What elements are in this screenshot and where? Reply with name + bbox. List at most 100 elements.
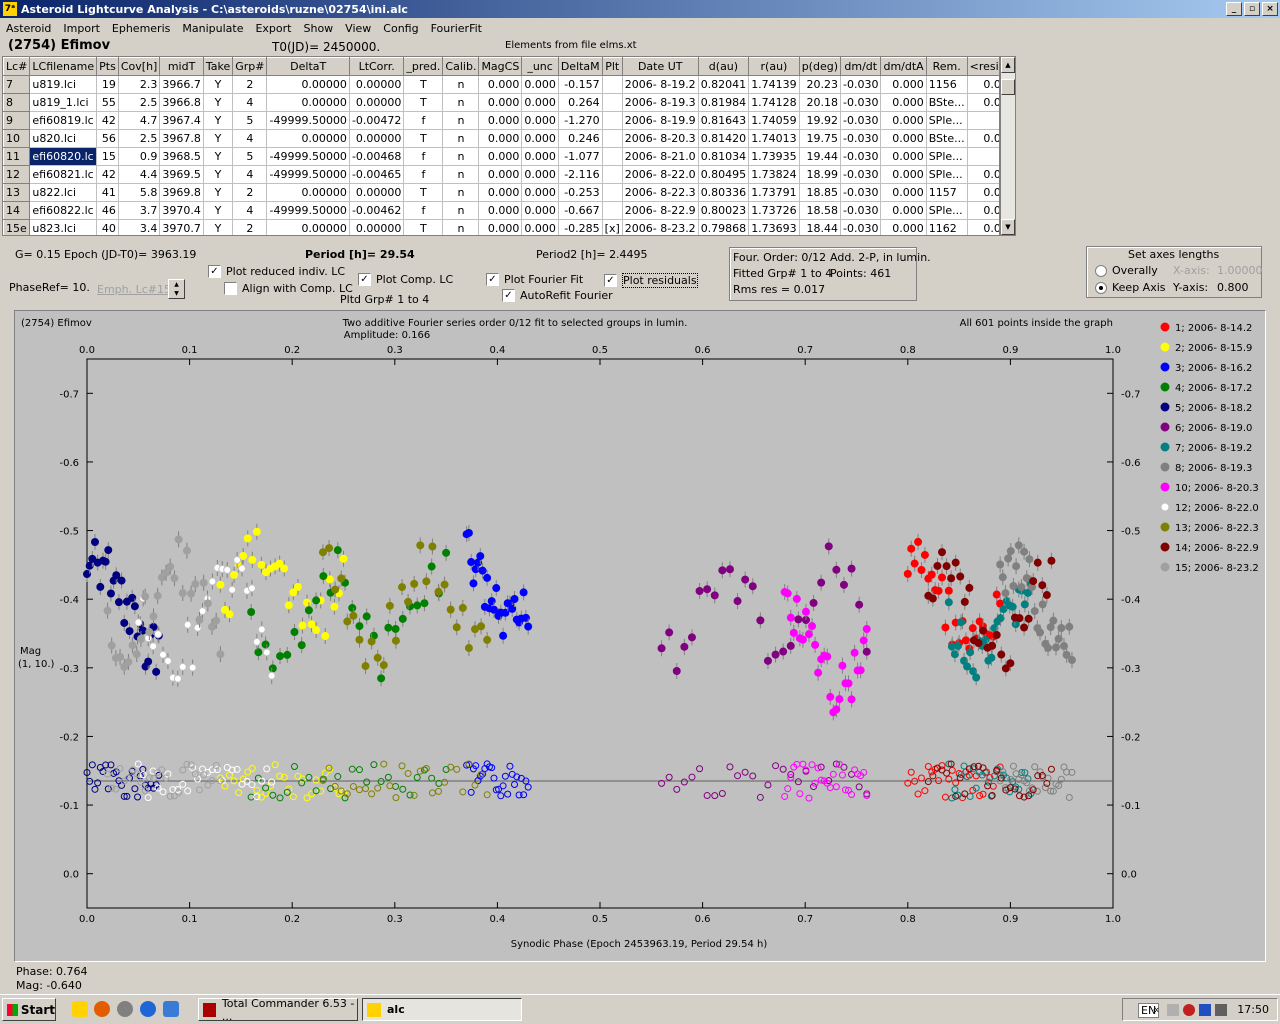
- table-cell[interactable]: n: [442, 219, 480, 235]
- table-cell[interactable]: n: [442, 165, 480, 184]
- table-cell[interactable]: -0.285: [558, 219, 603, 235]
- table-cell[interactable]: 0.000: [521, 111, 559, 130]
- table-cell[interactable]: 15: [96, 147, 119, 166]
- column-header[interactable]: midT: [159, 57, 204, 76]
- table-cell[interactable]: 42: [96, 165, 119, 184]
- table-cell[interactable]: n: [442, 75, 480, 94]
- row-header[interactable]: 15e: [3, 219, 31, 235]
- alc-quicklaunch-icon[interactable]: [72, 1001, 88, 1017]
- table-row[interactable]: 10 u820.lci 56 2.5 3967.8 Y 4 0.00000 0.00000 Tn 0…: [3, 129, 999, 148]
- table-cell[interactable]: 0.000: [521, 201, 559, 220]
- align-comp-checkbox[interactable]: Align with Comp. LC: [224, 282, 353, 295]
- table-cell[interactable]: n: [442, 129, 480, 148]
- maximize-button[interactable]: ▫: [1244, 2, 1260, 16]
- table-cell[interactable]: 0.000: [521, 183, 559, 202]
- table-cell[interactable]: f: [403, 147, 444, 166]
- table-cell[interactable]: 0.264: [558, 93, 603, 112]
- table-cell[interactable]: 4.4: [118, 165, 161, 184]
- table-cell[interactable]: 0.000: [880, 129, 927, 148]
- table-cell[interactable]: 0.000: [880, 201, 927, 220]
- table-cell[interactable]: 0.00000: [266, 219, 350, 235]
- table-cell[interactable]: 0.00000: [266, 183, 350, 202]
- table-cell[interactable]: 3967.8: [159, 129, 204, 148]
- column-header[interactable]: DeltaM: [557, 57, 603, 76]
- column-header[interactable]: p(deg): [798, 57, 842, 76]
- minimize-button[interactable]: _: [1226, 2, 1242, 16]
- table-cell[interactable]: [602, 165, 623, 184]
- table-row[interactable]: 15e u823.lci 40 3.4 3970.7 Y 2 0.00000 0.00000 Tn…: [3, 219, 999, 235]
- table-cell[interactable]: [602, 111, 623, 130]
- table-cell[interactable]: SPle...: [926, 147, 968, 166]
- table-cell[interactable]: [x]: [602, 219, 623, 235]
- table-cell[interactable]: 3967.4: [159, 111, 204, 130]
- table-cell[interactable]: 1.73824: [748, 165, 800, 184]
- table-row[interactable]: 12 efi60821.lc 42 4.4 3969.5 Y 4 -49999.50000 -0…: [3, 165, 999, 184]
- close-button[interactable]: ×: [1262, 2, 1278, 16]
- table-cell[interactable]: [602, 147, 623, 166]
- autorefit-checkbox[interactable]: ✓ AutoRefit Fourier: [502, 289, 613, 302]
- table-cell[interactable]: 0.81643: [698, 111, 750, 130]
- table-cell[interactable]: -2.116: [558, 165, 603, 184]
- column-header[interactable]: dm/dtA: [880, 57, 927, 76]
- table-cell[interactable]: -0.030: [840, 165, 882, 184]
- column-header[interactable]: LCfilename: [29, 57, 98, 76]
- plot-residuals-checkbox[interactable]: ✓ Plot residuals: [604, 273, 698, 288]
- plot-comp-checkbox[interactable]: ✓ Plot Comp. LC: [358, 273, 453, 286]
- table-row[interactable]: 7 u819.lci 19 2.3 3966.7 Y 2 0.00000 0.00000 Tn 0.…: [3, 75, 999, 94]
- tray-expand-icon[interactable]: «: [1153, 1003, 1160, 1016]
- row-header[interactable]: 9: [3, 111, 31, 130]
- table-cell[interactable]: 2: [232, 219, 268, 235]
- table-cell[interactable]: 2006- 8-22.3: [622, 183, 699, 202]
- table-cell[interactable]: efi60820.lc: [29, 147, 98, 166]
- table-cell[interactable]: 1156: [926, 75, 968, 94]
- table-cell[interactable]: n: [442, 93, 480, 112]
- table-cell[interactable]: 1.74128: [748, 93, 800, 112]
- menu-config[interactable]: Config: [377, 22, 424, 35]
- tray-network-icon[interactable]: [1167, 1003, 1180, 1016]
- row-header[interactable]: 10: [3, 129, 31, 148]
- table-row[interactable]: 14 efi60822.lc 46 3.7 3970.4 Y 4 -49999.50000 -0…: [3, 201, 999, 220]
- table-cell[interactable]: 3969.5: [159, 165, 204, 184]
- table-cell[interactable]: u823.lci: [29, 219, 98, 235]
- table-cell[interactable]: 18.58: [799, 201, 842, 220]
- table-cell[interactable]: 2006- 8-20.3: [622, 129, 699, 148]
- column-header[interactable]: Lc#: [3, 57, 31, 76]
- table-cell[interactable]: 19: [96, 75, 119, 94]
- table-cell[interactable]: T: [403, 75, 444, 94]
- phaseref-label[interactable]: PhaseRef= 10.: [9, 281, 90, 294]
- table-cell[interactable]: n: [442, 111, 480, 130]
- table-cell[interactable]: u819.lci: [29, 75, 98, 94]
- table-cell[interactable]: 2006- 8-22.9: [622, 201, 699, 220]
- app-quicklaunch-icon[interactable]: [117, 1001, 133, 1017]
- table-cell[interactable]: [602, 183, 623, 202]
- table-cell[interactable]: 0.000: [967, 219, 999, 235]
- table-cell[interactable]: 0.000: [880, 219, 927, 235]
- table-cell[interactable]: [967, 147, 999, 166]
- table-cell[interactable]: BSte...: [926, 129, 968, 148]
- table-cell[interactable]: 0.00000: [349, 75, 405, 94]
- table-cell[interactable]: 1157: [926, 183, 968, 202]
- table-cell[interactable]: efi60822.lc: [29, 201, 98, 220]
- column-header[interactable]: Cov[h]: [117, 57, 161, 76]
- table-cell[interactable]: 0.000: [478, 129, 523, 148]
- table-cell[interactable]: 0.80023: [698, 201, 750, 220]
- table-cell[interactable]: 4: [232, 165, 268, 184]
- column-header[interactable]: _pred.: [403, 57, 444, 76]
- period-label[interactable]: Period [h]= 29.54: [305, 248, 415, 261]
- table-cell[interactable]: 0.00000: [349, 183, 405, 202]
- table-cell[interactable]: 19.92: [799, 111, 842, 130]
- table-cell[interactable]: 0.000: [967, 75, 999, 94]
- column-header[interactable]: MagCS: [478, 57, 523, 76]
- row-header[interactable]: 14: [3, 201, 31, 220]
- table-cell[interactable]: 55: [96, 93, 119, 112]
- table-cell[interactable]: -0.030: [840, 111, 882, 130]
- table-cell[interactable]: 4: [232, 93, 268, 112]
- plot-reduced-checkbox[interactable]: ✓ Plot reduced indiv. LC: [208, 265, 345, 278]
- table-cell[interactable]: [602, 129, 623, 148]
- table-cell[interactable]: 41: [96, 183, 119, 202]
- table-cell[interactable]: 0.000: [478, 93, 523, 112]
- table-cell[interactable]: 0.000: [521, 129, 559, 148]
- xaxis-value[interactable]: 1.00000: [1217, 264, 1263, 277]
- table-cell[interactable]: SPle...: [926, 165, 968, 184]
- overally-radio[interactable]: Overally: [1095, 264, 1158, 277]
